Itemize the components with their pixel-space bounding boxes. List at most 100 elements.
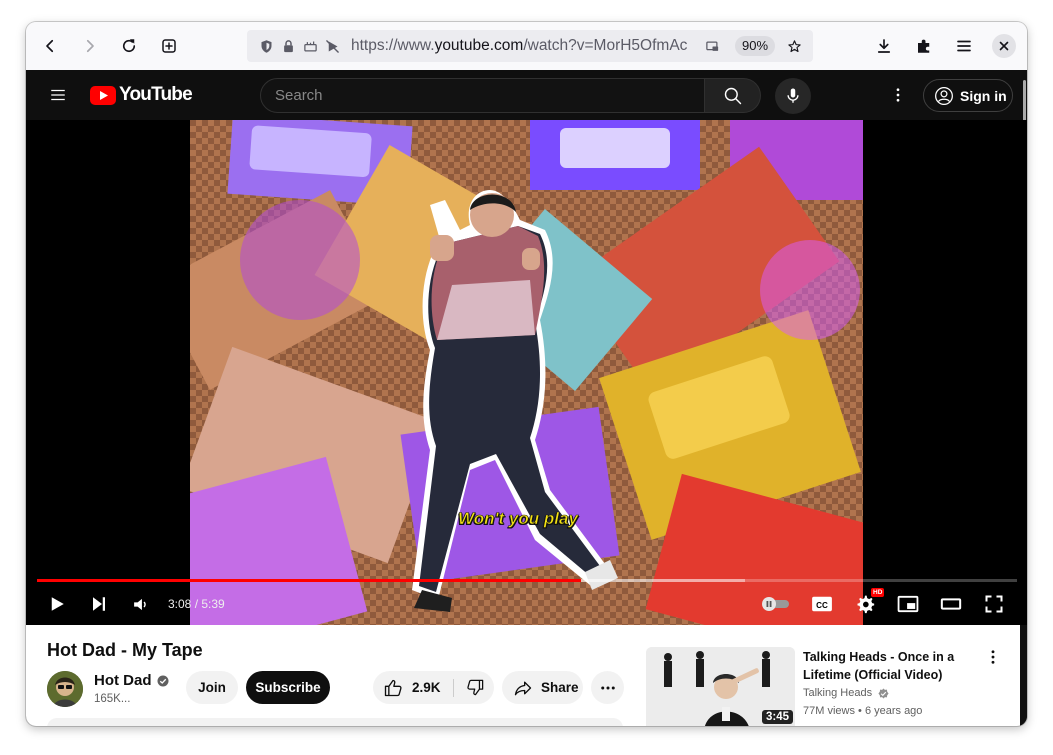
more-vertical-icon xyxy=(991,650,995,664)
extensions-button[interactable] xyxy=(912,34,936,58)
theater-mode-button[interactable] xyxy=(937,590,965,618)
closed-captions-icon: CC xyxy=(812,596,832,612)
url-host: youtube.com xyxy=(434,37,524,54)
verified-badge-icon xyxy=(878,687,889,699)
hamburger-menu-icon xyxy=(51,89,65,101)
account-circle-icon xyxy=(935,86,953,105)
hd-badge: HD xyxy=(871,588,885,597)
mute-button[interactable] xyxy=(126,590,154,618)
url-prefix: https://www. xyxy=(351,37,435,54)
volume-icon xyxy=(133,598,146,610)
forward-arrow-icon xyxy=(86,39,94,53)
video-frame[interactable] xyxy=(190,120,863,625)
thumbs-up-icon xyxy=(384,679,402,696)
channel-avatar[interactable] xyxy=(47,671,83,707)
like-dislike-group: 2.9K xyxy=(373,671,494,704)
address-bar[interactable]: https://www.youtube.com/watch?v=MorH5Ofm… xyxy=(247,30,813,62)
hamburger-menu-icon xyxy=(957,40,971,52)
permissions-icon[interactable] xyxy=(301,37,319,55)
back-arrow-icon xyxy=(46,39,54,53)
autoplay-toggle[interactable] xyxy=(760,590,792,618)
more-horizontal-icon xyxy=(600,686,615,689)
youtube-logo[interactable]: YouTube xyxy=(90,84,193,106)
fullscreen-button[interactable] xyxy=(980,590,1008,618)
skip-next-icon xyxy=(93,597,105,611)
app-menu-button[interactable] xyxy=(952,34,976,58)
description-card[interactable] xyxy=(47,718,623,726)
recommended-video-channel[interactable]: Talking Heads xyxy=(803,687,889,699)
recommended-channel-name: Talking Heads xyxy=(803,687,873,699)
youtube-header: YouTube Search Sign in xyxy=(26,70,1027,120)
share-label: Share xyxy=(541,680,579,695)
reload-icon xyxy=(122,39,136,53)
video-player[interactable]: Won't you play 3:08 / 5:39 CC HD xyxy=(26,120,1027,625)
recommended-video-title[interactable]: Talking Heads - Once in a Lifetime (Offi… xyxy=(803,648,973,684)
close-icon xyxy=(999,41,1009,51)
downloads-button[interactable] xyxy=(872,34,896,58)
miniplayer-icon xyxy=(897,595,919,613)
miniplayer-button[interactable] xyxy=(894,590,922,618)
time-display: 3:08 / 5:39 xyxy=(168,597,225,611)
puzzle-piece-icon xyxy=(918,39,930,53)
play-button[interactable] xyxy=(43,590,71,618)
like-button[interactable]: 2.9K xyxy=(381,671,457,704)
verified-badge-icon xyxy=(157,675,168,686)
shield-icon[interactable] xyxy=(257,37,275,55)
progress-bar-played xyxy=(37,579,581,582)
youtube-logo-text: YouTube xyxy=(119,84,193,105)
video-duration: 5:39 xyxy=(201,597,225,611)
recommended-video-meta: 77M views • 6 years ago xyxy=(803,705,922,717)
download-icon xyxy=(877,39,891,53)
sign-in-button[interactable]: Sign in xyxy=(923,79,1013,112)
url-text[interactable]: https://www.youtube.com/watch?v=MorH5Ofm… xyxy=(351,37,693,55)
channel-name-text: Hot Dad xyxy=(94,672,152,689)
subtitles-button[interactable]: CC xyxy=(808,590,836,618)
recommended-video-duration: 3:45 xyxy=(762,710,794,724)
reload-button[interactable] xyxy=(117,34,141,58)
picture-in-picture-icon[interactable] xyxy=(703,37,721,55)
video-title: Hot Dad - My Tape xyxy=(47,640,203,660)
microphone-icon xyxy=(787,88,799,103)
voice-search-button[interactable] xyxy=(775,78,811,114)
youtube-play-logo-icon xyxy=(90,85,116,105)
lock-icon[interactable] xyxy=(279,37,297,55)
search-input[interactable]: Search xyxy=(260,78,705,113)
join-button[interactable]: Join xyxy=(186,671,238,704)
dislike-button[interactable] xyxy=(457,671,494,704)
back-button[interactable] xyxy=(38,34,62,58)
more-vertical-icon xyxy=(896,88,900,102)
settings-more-button[interactable] xyxy=(886,83,910,107)
video-info-section: Hot Dad - My Tape Hot Dad 165K... Join S… xyxy=(26,625,1020,726)
share-icon xyxy=(514,681,532,695)
channel-avatar-image xyxy=(47,671,83,707)
like-divider xyxy=(453,679,454,697)
video-artwork xyxy=(190,120,863,625)
sign-in-label: Sign in xyxy=(960,87,1007,104)
more-actions-button[interactable] xyxy=(591,671,624,704)
gear-icon xyxy=(857,595,875,614)
recommended-more-button[interactable] xyxy=(981,645,1005,669)
meta-separator: • xyxy=(854,705,865,717)
like-count: 2.9K xyxy=(412,680,441,695)
share-button[interactable]: Share xyxy=(502,671,583,704)
new-tab-button[interactable] xyxy=(157,34,181,58)
autoplay-blocked-icon[interactable] xyxy=(323,37,341,55)
forward-button[interactable] xyxy=(78,34,102,58)
search-button[interactable] xyxy=(705,78,761,113)
next-video-button[interactable] xyxy=(85,590,113,618)
url-path: /watch?v=MorH5OfmAc xyxy=(523,37,688,54)
subscribe-button[interactable]: Subscribe xyxy=(246,671,330,704)
autoplay-toggle-icon xyxy=(762,597,789,611)
guide-menu-button[interactable] xyxy=(46,83,70,107)
time-separator: / xyxy=(191,597,202,611)
youtube-page: YouTube Search Sign in Won't you play 3:… xyxy=(26,70,1027,726)
close-window-button[interactable] xyxy=(992,34,1016,58)
new-tab-icon xyxy=(162,39,176,53)
zoom-level-button[interactable]: 90% xyxy=(735,36,776,56)
recommended-age: 6 years ago xyxy=(864,705,923,717)
bookmark-star-icon[interactable] xyxy=(785,37,803,55)
subscriber-count: 165K... xyxy=(94,693,131,705)
recommended-views: 77M views xyxy=(803,705,855,717)
channel-name[interactable]: Hot Dad xyxy=(94,672,169,689)
current-time: 3:08 xyxy=(168,597,192,611)
